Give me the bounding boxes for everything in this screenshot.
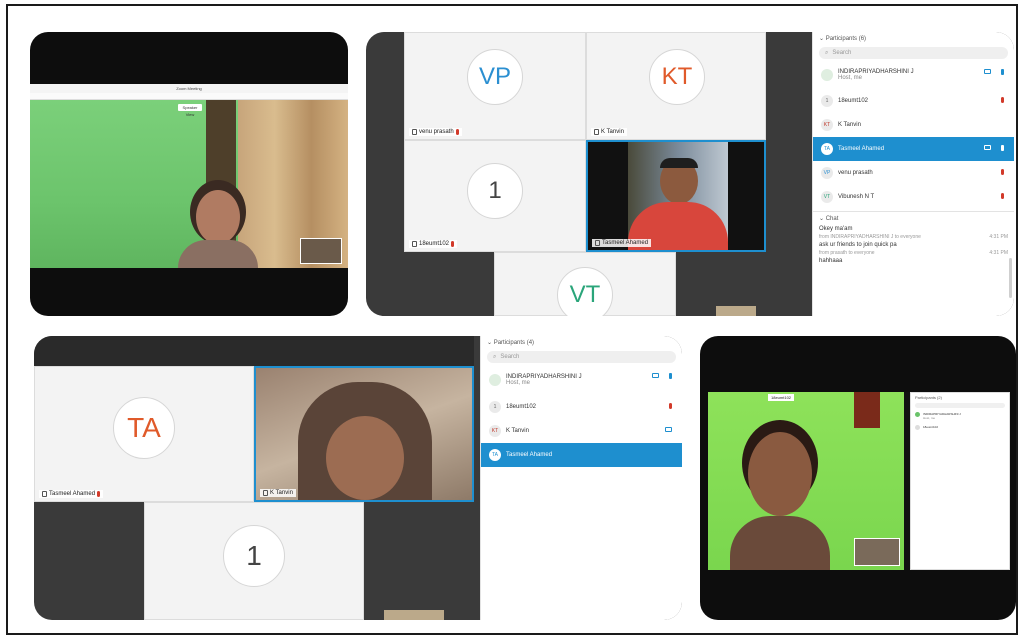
self-view-thumbnail bbox=[716, 306, 756, 316]
participants-panel: ⌄ Participants (6) ⌕ Search INDIRAPRIYADH… bbox=[812, 32, 1014, 316]
chat-message: ask ur friends to join quick pa bbox=[819, 242, 897, 248]
avatar: TA bbox=[821, 143, 833, 155]
avatar bbox=[821, 69, 833, 81]
participant-row[interactable]: VT Vibunesh N T bbox=[813, 185, 1014, 209]
avatar-initials: 1 bbox=[246, 540, 262, 571]
video-tile-vt: VT bbox=[494, 252, 676, 316]
collage-frame: Zoom Meeting Speaker View VP venu prasat… bbox=[6, 4, 1018, 635]
speaker-view-button[interactable]: Speaker View bbox=[178, 104, 202, 117]
participant-row[interactable]: 18eumt102 bbox=[911, 423, 1009, 432]
meeting-screenshot-1: Zoom Meeting Speaker View bbox=[30, 32, 348, 316]
tile-name-label: Tasmeel Ahamed bbox=[592, 239, 652, 247]
participant-row[interactable]: KT K Tanvin bbox=[813, 113, 1014, 137]
video-camera-icon bbox=[665, 427, 672, 432]
search-icon: ⌕ bbox=[493, 353, 497, 360]
participant-woman bbox=[178, 180, 258, 268]
tile-name-label: venu prasath bbox=[409, 128, 462, 136]
muted-mic-icon bbox=[455, 129, 459, 135]
participant-row[interactable]: INDIRAPRIYADHARSHINI J Host, me bbox=[481, 365, 682, 395]
muted-mic-icon bbox=[451, 241, 455, 247]
muted-mic-icon bbox=[669, 403, 672, 409]
avatar bbox=[489, 374, 501, 386]
participants-panel: Participants (2) INDIRAPRIYADHARSHINI JH… bbox=[910, 392, 1010, 570]
menu-bar bbox=[30, 93, 348, 100]
avatar: VT bbox=[821, 191, 833, 203]
meeting-screenshot-4: 18eumt102 Participants (2) INDIRAPRIYADH… bbox=[700, 336, 1016, 620]
chat-message: hahhaaa bbox=[819, 258, 843, 264]
self-view-thumbnail bbox=[300, 238, 342, 264]
avatar-initials: VP bbox=[478, 63, 511, 90]
avatar: 1 bbox=[489, 401, 501, 413]
window-title: Zoom Meeting bbox=[176, 86, 202, 91]
participant-row[interactable]: KT K Tanvin bbox=[481, 419, 682, 443]
avatar: KT bbox=[821, 119, 833, 131]
scrollbar[interactable] bbox=[1009, 258, 1012, 298]
chat-meta: from INDIRAPRIYADHARSHINI J to everyone 4… bbox=[819, 234, 1008, 240]
chat-header: ⌄ Chat bbox=[813, 211, 1014, 225]
video-tile-active: K Tanvin bbox=[254, 366, 474, 502]
video-tile-kt: KT K Tanvin bbox=[586, 32, 766, 140]
speaker-video: Speaker View bbox=[30, 100, 348, 268]
mic-icon bbox=[1001, 69, 1004, 75]
chat-messages: Okey ma'am from INDIRAPRIYADHARSHINI J t… bbox=[813, 225, 1014, 265]
chat-message: Okey ma'am bbox=[819, 226, 853, 232]
participants-panel: ⌄ Participants (4) ⌕ Search INDIRAPRIYADH… bbox=[480, 336, 682, 620]
speaker-video: 18eumt102 bbox=[708, 392, 904, 570]
tile-name-label: 18eumt102 bbox=[409, 240, 458, 248]
participant-row[interactable]: INDIRAPRIYADHARSHINI J Host, me bbox=[813, 61, 1014, 89]
tile-name-label: Tasmeel Ahamed bbox=[39, 490, 104, 498]
muted-mic-icon bbox=[97, 491, 101, 497]
participants-header: Participants (2) bbox=[915, 395, 942, 400]
video-tile-vp: VP venu prasath bbox=[404, 32, 586, 140]
avatar: KT bbox=[489, 425, 501, 437]
mic-icon bbox=[669, 373, 672, 379]
self-view-thumbnail bbox=[384, 610, 444, 620]
participant-row[interactable]: 1 18eumt102 bbox=[813, 89, 1014, 113]
avatar: TA bbox=[489, 449, 501, 461]
participant-woman-hijab bbox=[290, 382, 440, 500]
video-tile-active: Tasmeel Ahamed bbox=[586, 140, 766, 252]
avatar: 1 bbox=[821, 95, 833, 107]
search-icon: ⌕ bbox=[825, 49, 829, 56]
top-toolbar bbox=[34, 336, 474, 366]
muted-mic-icon bbox=[1001, 193, 1004, 199]
participant-row-selected[interactable]: TA Tasmeel Ahamed bbox=[813, 137, 1014, 161]
window-titlebar: Zoom Meeting bbox=[30, 84, 348, 93]
wall-picture bbox=[854, 392, 880, 428]
meeting-screenshot-2: VP venu prasath KT K Tanvin 1 18eumt102 … bbox=[366, 32, 1014, 316]
avatar-initials: TA bbox=[127, 412, 161, 443]
participants-header: ⌄ Participants (6) bbox=[819, 36, 867, 42]
participant-row[interactable]: VP venu prasath bbox=[813, 161, 1014, 185]
meeting-screenshot-3: TA Tasmeel Ahamed K Tanvin 1 ⌄ Participa… bbox=[34, 336, 682, 620]
avatar-initials: VT bbox=[569, 281, 601, 308]
tile-name-label: K Tanvin bbox=[260, 489, 296, 497]
participant-row[interactable]: 1 18eumt102 bbox=[481, 395, 682, 419]
muted-mic-icon bbox=[1001, 97, 1004, 103]
chat-meta: from prasath to everyone 4:31 PM bbox=[819, 250, 1008, 256]
video-camera-icon bbox=[984, 145, 991, 150]
participant-row[interactable]: INDIRAPRIYADHARSHINI J Host, me bbox=[911, 409, 1009, 423]
video-tile-1: 1 bbox=[144, 502, 364, 620]
search-input[interactable]: ⌕ Search bbox=[819, 47, 1008, 59]
avatar: VP bbox=[821, 167, 833, 179]
video-camera-icon bbox=[652, 373, 659, 378]
tile-name-label: K Tanvin bbox=[591, 128, 627, 136]
search-input[interactable] bbox=[915, 403, 1005, 408]
participant-woman-speaking bbox=[730, 420, 830, 570]
participant-row-selected[interactable]: TA Tasmeel Ahamed bbox=[481, 443, 682, 467]
muted-mic-icon bbox=[1001, 169, 1004, 175]
video-camera-icon bbox=[984, 69, 991, 74]
avatar-initials: 1 bbox=[488, 177, 502, 204]
chevron-icon bbox=[1001, 145, 1004, 151]
tile-label: 18eumt102 bbox=[768, 394, 795, 401]
participant-man bbox=[628, 156, 728, 250]
self-view-thumbnail bbox=[854, 538, 900, 566]
search-input[interactable]: ⌕ Search bbox=[487, 351, 676, 363]
avatar-initials: KT bbox=[661, 63, 693, 90]
video-tile-ta: TA Tasmeel Ahamed bbox=[34, 366, 254, 502]
participants-header: ⌄ Participants (4) bbox=[487, 340, 535, 346]
video-tile-1: 1 18eumt102 bbox=[404, 140, 586, 252]
